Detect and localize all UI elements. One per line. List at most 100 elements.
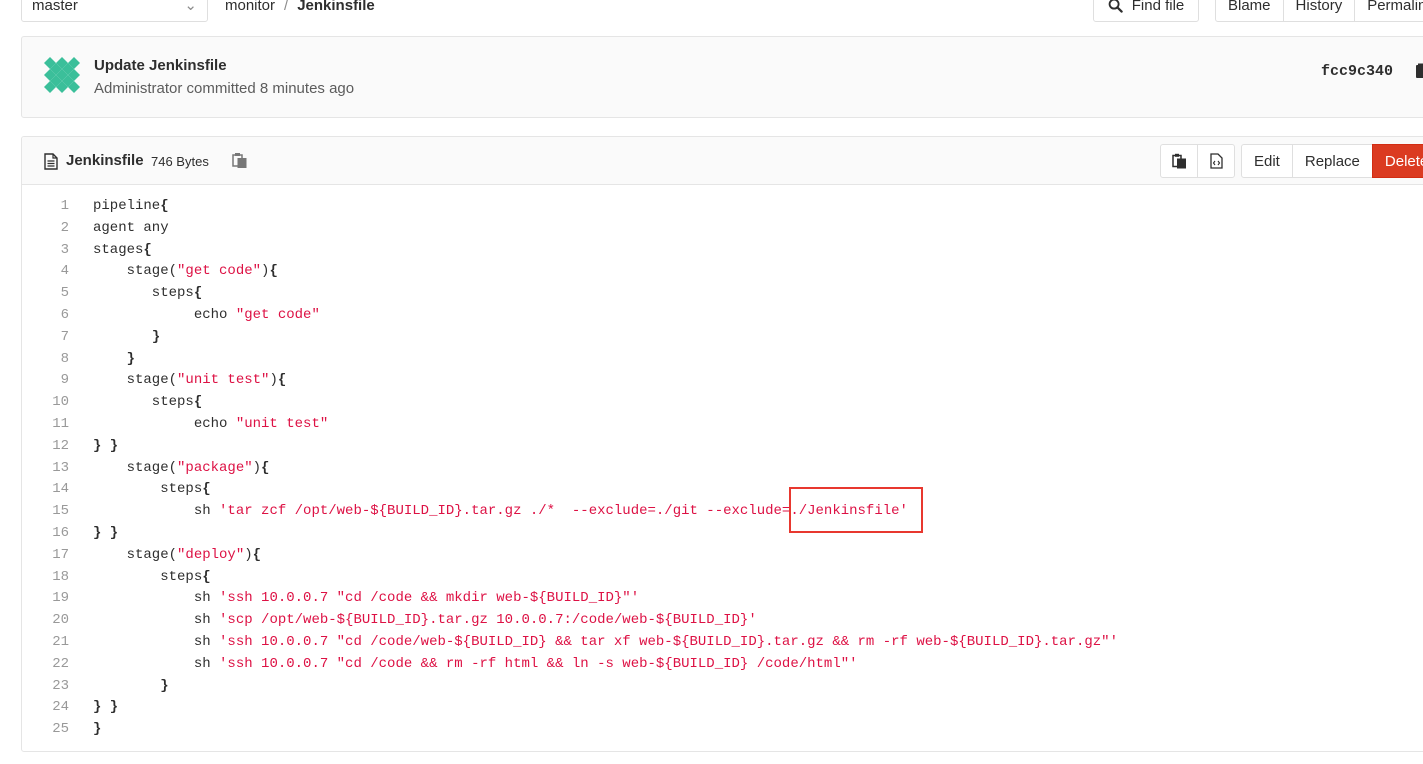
edit-button[interactable]: Edit <box>1241 144 1293 178</box>
history-button[interactable]: History <box>1282 0 1356 22</box>
code-line: 10 steps{ <box>22 392 1423 414</box>
code-token: { <box>202 481 211 498</box>
code-text: sh 'ssh 10.0.0.7 "cd /code && rm -rf htm… <box>69 654 858 676</box>
code-text: sh 'tar zcf /opt/web-${BUILD_ID}.tar.gz … <box>69 501 908 523</box>
code-token: { <box>160 198 169 214</box>
code-line: 19 sh 'ssh 10.0.0.7 "cd /code && mkdir w… <box>22 588 1423 610</box>
line-number[interactable]: 2 <box>22 218 69 240</box>
code-token: stage( <box>93 263 178 280</box>
line-number[interactable]: 11 <box>22 414 69 436</box>
code-token: steps <box>93 481 203 498</box>
line-number[interactable]: 6 <box>22 305 69 327</box>
branch-name: master <box>32 0 78 14</box>
line-number[interactable]: 8 <box>22 349 69 371</box>
code-text: } } <box>69 523 118 545</box>
code-token: stage( <box>93 459 178 476</box>
code-string-token: "unit test" <box>177 372 270 389</box>
line-number[interactable]: 18 <box>22 567 69 589</box>
code-text: } <box>69 327 160 349</box>
code-token: { <box>193 394 203 411</box>
clipboard-icon[interactable] <box>1415 63 1423 79</box>
line-number[interactable]: 4 <box>22 261 69 283</box>
commit-sha[interactable]: fcc9c340 <box>1321 63 1393 80</box>
code-line: 22 sh 'ssh 10.0.0.7 "cd /code && rm -rf … <box>22 654 1423 676</box>
branch-select[interactable]: master ⌄ <box>21 0 208 22</box>
code-line: 3 stages{ <box>22 240 1423 262</box>
delete-button[interactable]: Delete <box>1371 144 1423 178</box>
code-text: } } <box>69 436 118 458</box>
code-string-token: "unit test" <box>235 415 329 432</box>
line-number[interactable]: 22 <box>22 654 69 676</box>
code-string-token: 'ssh 10.0.0.7 "cd /code && rm -rf html &… <box>219 655 858 672</box>
line-number[interactable]: 24 <box>22 697 69 719</box>
code-token: sh <box>93 503 220 520</box>
code-text: } <box>69 676 168 698</box>
code-token: sh <box>93 612 220 629</box>
file-code-icon <box>1209 153 1223 169</box>
line-number[interactable]: 17 <box>22 545 69 567</box>
code-text: } } <box>69 697 118 719</box>
code-line: 23 } <box>22 676 1423 698</box>
line-number[interactable]: 12 <box>22 436 69 458</box>
code-token: } <box>151 328 161 345</box>
code-text: stage("unit test"){ <box>69 370 287 392</box>
line-number[interactable]: 10 <box>22 392 69 414</box>
code-text: stage("deploy"){ <box>69 545 261 567</box>
code-token: sh <box>93 655 220 672</box>
code-token: echo <box>93 306 236 323</box>
permalink-button[interactable]: Permalink <box>1354 0 1423 22</box>
code-string-token: "deploy" <box>177 546 245 563</box>
line-number[interactable]: 13 <box>22 458 69 480</box>
replace-button[interactable]: Replace <box>1291 144 1373 178</box>
file-holder: Jenkinsfile 746 Bytes Edit Replace Delet… <box>21 136 1423 752</box>
find-file-button[interactable]: Find file <box>1093 0 1199 22</box>
breadcrumb-project[interactable]: monitor <box>225 0 275 14</box>
code-token: { <box>261 459 270 476</box>
avatar[interactable] <box>42 55 82 95</box>
line-number[interactable]: 7 <box>22 327 69 349</box>
open-raw-button[interactable] <box>1197 144 1235 178</box>
line-number[interactable]: 3 <box>22 240 69 262</box>
code-token: { <box>252 546 262 563</box>
line-number[interactable]: 20 <box>22 610 69 632</box>
line-number[interactable]: 19 <box>22 588 69 610</box>
line-number[interactable]: 16 <box>22 523 69 545</box>
line-number[interactable]: 5 <box>22 283 69 305</box>
breadcrumb-file[interactable]: Jenkinsfile <box>297 0 375 14</box>
file-header: Jenkinsfile 746 Bytes Edit Replace Delet <box>22 137 1423 185</box>
line-number[interactable]: 9 <box>22 370 69 392</box>
code-text: stage("get code"){ <box>69 261 278 283</box>
code-line: 25} <box>22 719 1423 741</box>
file-name: Jenkinsfile <box>66 152 144 169</box>
file-icon-button-group <box>1160 144 1235 178</box>
line-number[interactable]: 14 <box>22 479 69 501</box>
code-line: 17 stage("deploy"){ <box>22 545 1423 567</box>
code-token: ) <box>244 546 253 563</box>
code-token: { <box>193 285 203 302</box>
breadcrumb-separator: / <box>284 0 289 14</box>
copy-source-button[interactable] <box>1160 144 1198 178</box>
commit-title[interactable]: Update Jenkinsfile <box>94 57 227 74</box>
line-number[interactable]: 23 <box>22 676 69 698</box>
code-text: agent any <box>69 218 169 240</box>
code-token: } } <box>93 699 119 716</box>
code-text: } <box>69 349 135 371</box>
code-token: echo <box>93 415 236 432</box>
code-line: 20 sh 'scp /opt/web-${BUILD_ID}.tar.gz 1… <box>22 610 1423 632</box>
code-token: ) <box>269 372 278 389</box>
find-file-label: Find file <box>1131 0 1185 14</box>
line-number[interactable]: 1 <box>22 196 69 218</box>
annotation-highlight-box <box>789 487 923 533</box>
code-line: 1 pipeline{ <box>22 196 1423 218</box>
line-number[interactable]: 15 <box>22 501 69 523</box>
last-commit-box: Update Jenkinsfile Administrator committ… <box>21 36 1423 118</box>
code-line: 24 } } <box>22 697 1423 719</box>
line-number[interactable]: 21 <box>22 632 69 654</box>
copy-file-path-icon[interactable] <box>232 152 248 169</box>
line-number[interactable]: 25 <box>22 719 69 741</box>
breadcrumb: monitor / Jenkinsfile <box>225 0 375 15</box>
blame-button[interactable]: Blame <box>1215 0 1284 22</box>
